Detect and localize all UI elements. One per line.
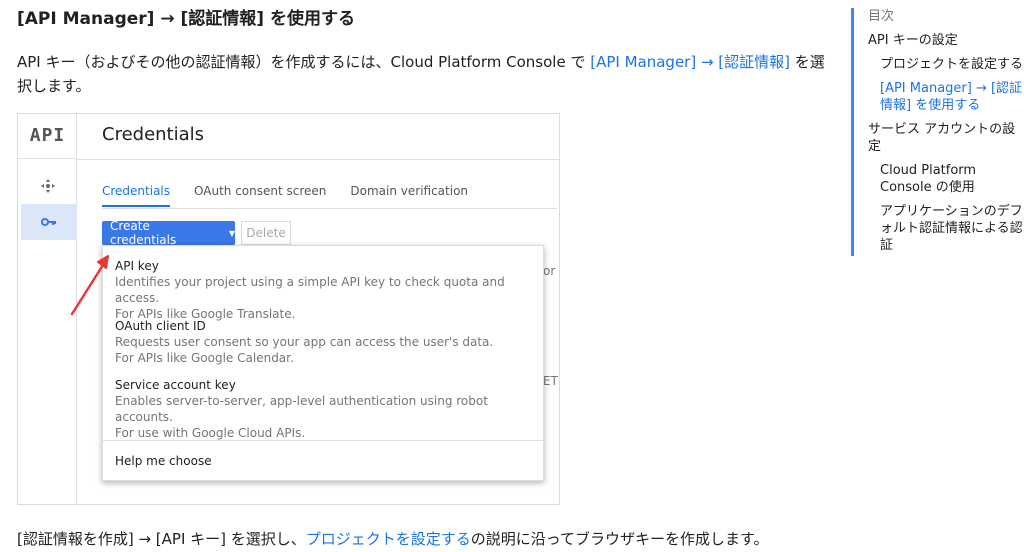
tab-credentials[interactable]: Credentials [102, 184, 171, 207]
tab-oauth-consent[interactable]: OAuth consent screen [194, 184, 326, 207]
menu-item-api-key[interactable]: API key Identifies your project using a … [115, 258, 543, 322]
menu-item-desc: For use with Google Cloud APIs. [115, 426, 306, 440]
instruction-suffix: の説明に沿ってブラウザキーを作成します。 [470, 530, 769, 548]
table-of-contents: 目次 API キーの設定 プロジェクトを設定する [API Manager] →… [851, 8, 1024, 256]
menu-item-desc: Requests user consent so your app can ac… [115, 335, 494, 349]
menu-divider [103, 440, 543, 441]
instruction-paragraph: [認証情報を作成] → [API キー] を選択し、プロジェクトを設定するの説明… [17, 528, 769, 549]
instruction-text: [認証情報を作成] → [API キー] を選択し、 [17, 530, 306, 548]
key-icon[interactable] [21, 204, 77, 240]
api-logo: API [18, 114, 77, 159]
toc-item-project-setup[interactable]: プロジェクトを設定する [868, 56, 1024, 73]
intro-text: API キー（およびその他の認証情報）を作成するには、Cloud Platfor… [17, 53, 591, 71]
credentials-title: Credentials [102, 124, 205, 145]
toc-item-api-key-setup[interactable]: API キーの設定 [868, 32, 1024, 49]
menu-item-desc: Enables server-to-server, app-level auth… [115, 394, 488, 424]
background-text-fragment: ET [543, 374, 558, 388]
menu-item-title: Service account key [115, 378, 236, 392]
menu-item-title: API key [115, 259, 159, 273]
dashboard-icon[interactable] [18, 169, 77, 203]
create-credentials-label: Create credentials [110, 219, 177, 247]
side-rail: API [18, 114, 77, 504]
api-manager-credentials-link[interactable]: [API Manager] → [認証情報] [590, 53, 790, 71]
tab-divider [102, 208, 557, 209]
toc-item-api-manager-credentials[interactable]: [API Manager] → [認証情報] を使用する [868, 80, 1024, 114]
delete-button[interactable]: Delete [241, 221, 291, 245]
help-me-choose-item[interactable]: Help me choose [115, 454, 212, 468]
credentials-screenshot: API Credentials Credentials OAuth consen… [17, 113, 560, 505]
create-credentials-menu: API key Identifies your project using a … [102, 245, 544, 481]
title-divider [77, 159, 559, 160]
menu-item-desc: For APIs like Google Calendar. [115, 351, 294, 365]
background-text-fragment: or [543, 264, 556, 278]
menu-item-oauth-client-id[interactable]: OAuth client ID Requests user consent so… [115, 318, 493, 366]
caret-down-icon: ▼ [228, 228, 235, 238]
tab-domain-verification[interactable]: Domain verification [350, 184, 468, 207]
setup-project-link[interactable]: プロジェクトを設定する [306, 530, 471, 548]
toc-item-cloud-console[interactable]: Cloud Platform Console の使用 [868, 162, 1024, 196]
create-credentials-button[interactable]: Create credentials ▼ [102, 219, 235, 247]
menu-item-desc: Identifies your project using a simple A… [115, 275, 505, 305]
intro-paragraph: API キー（およびその他の認証情報）を作成するには、Cloud Platfor… [17, 50, 827, 98]
menu-item-service-account-key[interactable]: Service account key Enables server-to-se… [115, 377, 543, 441]
menu-item-title: OAuth client ID [115, 319, 206, 333]
toc-title: 目次 [868, 9, 895, 24]
toc-item-service-account-setup[interactable]: サービス アカウントの設定 [868, 121, 1024, 155]
toc-item-adc-auth[interactable]: アプリケーションのデフォルト認証情報による認証 [868, 203, 1024, 254]
tab-bar: Credentials OAuth consent screen Domain … [102, 184, 492, 207]
page-heading: [API Manager] → [認証情報] を使用する [17, 9, 355, 29]
